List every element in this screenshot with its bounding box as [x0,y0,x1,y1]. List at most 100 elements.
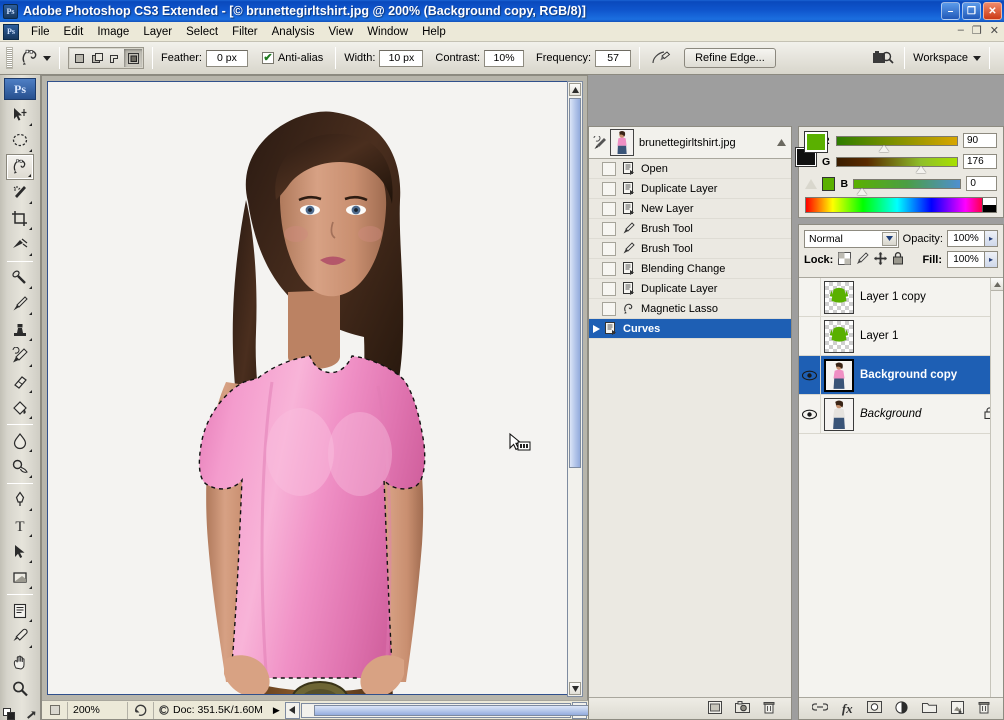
menu-window[interactable]: Window [360,24,415,40]
menu-analysis[interactable]: Analysis [265,24,322,40]
fill-chevron-icon[interactable]: ▸ [985,251,998,268]
minimize-button[interactable]: – [941,2,960,20]
lock-position-icon[interactable] [874,251,888,268]
new-selection-button[interactable] [70,49,88,67]
history-snapshot-box[interactable] [602,161,616,176]
create-new-snapshot-button[interactable] [735,701,750,716]
layer-visibility-toggle[interactable] [799,395,821,433]
layer-row-background-copy[interactable]: Background copy [799,356,1003,395]
blue-channel-value[interactable]: 0 [966,176,998,191]
history-snapshot-box[interactable] [602,201,616,216]
layer-thumbnail[interactable] [824,280,854,314]
clone-stamp-tool[interactable] [6,317,34,343]
link-layers-button[interactable] [811,702,829,715]
eyedropper-tool[interactable] [6,624,34,650]
paint-bucket-tool[interactable] [6,395,34,421]
default-foreground-background-icon[interactable] [2,708,17,720]
opacity-chevron-icon[interactable]: ▸ [985,230,998,247]
layer-visibility-toggle[interactable] [799,317,821,355]
lock-image-pixels-icon[interactable] [856,251,869,268]
subtract-from-selection-button[interactable] [106,49,124,67]
layers-panel-scrollbar[interactable] [990,278,1003,697]
canvas-vertical-scrollbar[interactable] [567,81,583,697]
scroll-up-arrow-icon[interactable] [569,83,581,96]
layer-name[interactable]: Layer 1 [860,330,898,342]
history-source-state[interactable]: brunettegirltshirt.jpg [589,127,791,159]
magnetic-lasso-tool[interactable] [6,154,34,180]
history-snapshot-box[interactable] [602,181,616,196]
history-panel-scroll-up-icon[interactable] [777,137,786,149]
brush-tool[interactable] [6,291,34,317]
layer-visibility-toggle[interactable] [799,356,821,394]
scroll-down-arrow-icon[interactable] [569,682,581,695]
delete-layer-button[interactable] [978,701,990,717]
stylus-pressure-icon[interactable] [648,46,674,70]
notes-tool[interactable] [6,598,34,624]
close-button[interactable]: ✕ [983,2,1002,20]
history-state-row[interactable]: New Layer [589,199,791,219]
history-brush-tool[interactable] [6,343,34,369]
history-snapshot-box[interactable] [602,241,616,256]
history-state-row[interactable]: Brush Tool [589,219,791,239]
healing-brush-tool[interactable] [6,265,34,291]
refine-edge-button[interactable]: Refine Edge... [684,48,776,68]
green-channel-slider[interactable] [836,156,958,173]
new-adjustment-layer-button[interactable] [895,700,909,717]
add-layer-mask-button[interactable] [866,701,882,716]
create-document-from-state-button[interactable] [708,700,722,717]
lock-all-icon[interactable] [892,251,904,268]
new-layer-button[interactable] [951,700,965,717]
lock-transparent-pixels-icon[interactable] [838,251,852,268]
horizontal-type-tool[interactable]: T [6,513,34,539]
restore-button[interactable]: ❐ [962,2,981,20]
history-state-row[interactable]: Duplicate Layer [589,279,791,299]
add-to-selection-button[interactable] [88,49,106,67]
color-panel-foreground-swatch[interactable] [804,131,828,153]
eraser-tool[interactable] [6,369,34,395]
vertical-scroll-thumb[interactable] [569,98,581,468]
color-ramp-white-black-end[interactable] [982,198,996,212]
anti-alias-checkbox[interactable]: ✔ [261,52,274,64]
layer-thumbnail[interactable] [824,358,854,392]
go-to-bridge-icon[interactable] [870,46,896,70]
hand-tool[interactable] [6,650,34,676]
blur-tool[interactable] [6,428,34,454]
menu-view[interactable]: View [321,24,360,40]
photoshop-menu-icon[interactable]: Ps [3,23,19,40]
color-ramp[interactable] [805,197,997,213]
menu-filter[interactable]: Filter [225,24,265,40]
menu-help[interactable]: Help [415,24,453,40]
history-state-row[interactable]: Duplicate Layer [589,179,791,199]
elliptical-marquee-tool[interactable] [6,128,34,154]
contrast-input[interactable]: 10% [484,49,525,67]
history-snapshot-box[interactable] [602,281,616,296]
blend-mode-chevron-down-icon[interactable] [881,231,897,246]
history-state-row-curves[interactable]: Curves [589,319,791,339]
document-close-button[interactable]: ✕ [990,24,999,37]
magic-wand-tool[interactable] [6,180,34,206]
options-bar-grip[interactable] [6,47,13,69]
layer-name[interactable]: Background [860,408,921,420]
gamut-substitute-swatch[interactable] [822,176,836,191]
layer-visibility-toggle[interactable] [799,278,821,316]
swap-foreground-background-icon[interactable] [25,709,38,720]
menu-file[interactable]: File [24,24,57,40]
history-snapshot-box[interactable] [602,301,616,316]
history-state-row[interactable]: Open [589,159,791,179]
move-tool[interactable] [6,102,34,128]
frequency-input[interactable]: 57 [595,49,632,67]
canvas-horizontal-scrollbar[interactable] [300,702,744,718]
history-brush-source-icon[interactable] [592,135,608,151]
menu-layer[interactable]: Layer [136,24,179,40]
menu-image[interactable]: Image [90,24,136,40]
rectangle-tool[interactable] [6,565,34,591]
status-menu-arrow-icon[interactable]: ▶ [268,705,285,716]
fill-input[interactable]: 100% [947,251,985,268]
width-input[interactable]: 10 px [379,49,424,67]
crop-tool[interactable] [6,206,34,232]
opacity-input[interactable]: 100% [947,230,985,247]
zoom-tool[interactable] [6,676,34,702]
layer-name[interactable]: Layer 1 copy [860,291,926,303]
layer-row-background[interactable]: Background [799,395,1003,434]
history-state-row[interactable]: Brush Tool [589,239,791,259]
